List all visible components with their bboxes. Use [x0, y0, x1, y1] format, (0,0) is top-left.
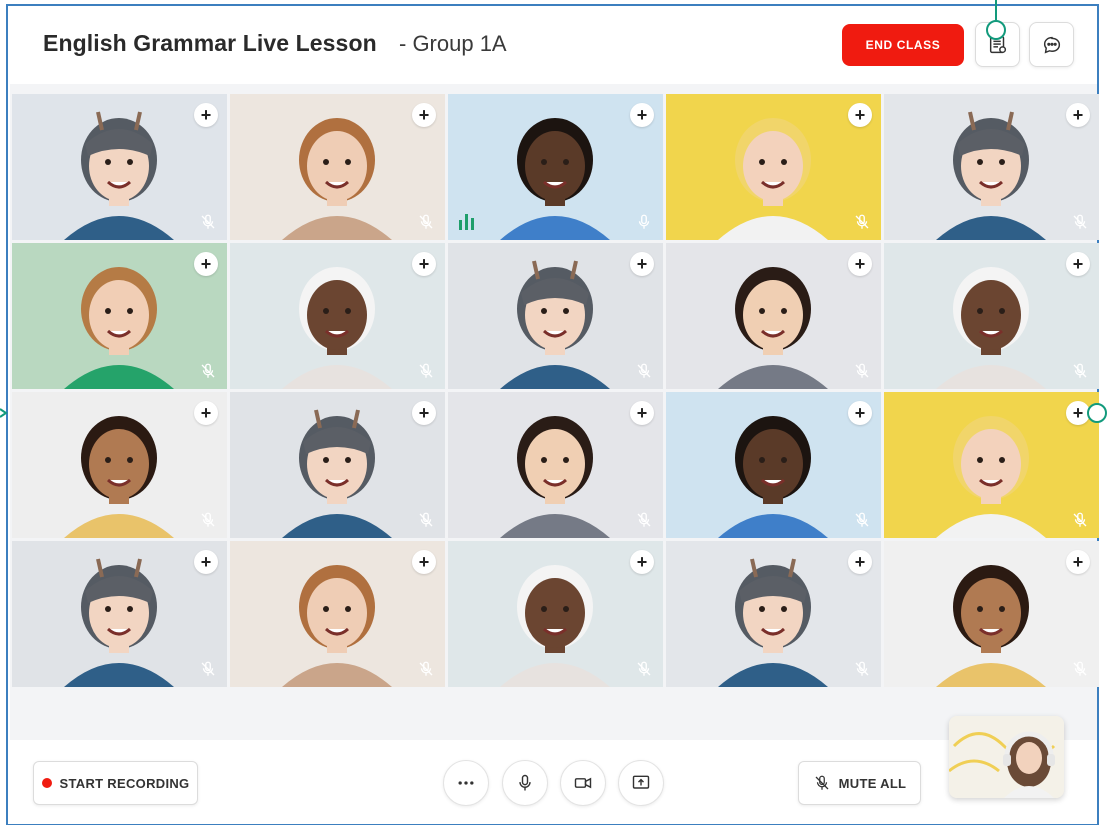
mic-muted-icon	[201, 214, 215, 229]
more-options-button[interactable]	[443, 760, 489, 806]
add-participant-button[interactable]: +	[194, 550, 218, 574]
mic-muted-icon	[419, 363, 433, 378]
add-participant-button[interactable]: +	[630, 103, 654, 127]
mic-muted-icon	[855, 661, 869, 676]
microphone-icon	[519, 774, 531, 791]
add-participant-button[interactable]: +	[412, 103, 436, 127]
camera-icon	[574, 777, 592, 789]
mic-muted-icon	[637, 512, 651, 527]
participant-tile[interactable]: +	[666, 243, 881, 389]
mic-muted-icon	[637, 363, 651, 378]
mic-muted-icon	[1073, 214, 1087, 229]
teacher-video	[949, 716, 1064, 798]
start-recording-button[interactable]: START RECORDING	[33, 761, 198, 805]
participant-tile[interactable]: +	[884, 392, 1099, 538]
resize-handle-right[interactable]	[1087, 403, 1107, 423]
mic-muted-icon	[419, 214, 433, 229]
mic-muted-icon	[201, 512, 215, 527]
participant-tile[interactable]: +	[666, 392, 881, 538]
add-participant-button[interactable]: +	[630, 252, 654, 276]
add-participant-button[interactable]: +	[630, 401, 654, 425]
resize-handle-left[interactable]	[0, 407, 10, 419]
participant-tile[interactable]: +	[230, 392, 445, 538]
mic-muted-icon	[855, 363, 869, 378]
mic-muted-icon	[419, 661, 433, 676]
participant-tile[interactable]: +	[12, 392, 227, 538]
mic-muted-icon	[419, 512, 433, 527]
participant-tile[interactable]: +	[12, 243, 227, 389]
participant-tile[interactable]: +	[884, 243, 1099, 389]
participant-tile[interactable]: +	[230, 243, 445, 389]
share-screen-button[interactable]	[618, 760, 664, 806]
participant-tile[interactable]: +	[884, 94, 1099, 240]
header-bar: English Grammar Live Lesson - Group 1A E…	[8, 6, 1097, 84]
microphone-icon	[638, 214, 650, 229]
page-title: English Grammar Live Lesson	[43, 30, 377, 56]
start-recording-label: START RECORDING	[59, 775, 190, 791]
add-participant-button[interactable]: +	[194, 252, 218, 276]
video-grid: + + + + + + + + + + + + + + + + + + + +	[10, 84, 1099, 740]
camera-button[interactable]	[560, 760, 606, 806]
add-participant-button[interactable]: +	[848, 401, 872, 425]
add-participant-button[interactable]: +	[412, 401, 436, 425]
participant-tile[interactable]: +	[448, 243, 663, 389]
mic-muted-icon	[1073, 363, 1087, 378]
participant-tile[interactable]: +	[884, 541, 1099, 687]
participant-tile[interactable]: +	[230, 94, 445, 240]
mic-muted-icon	[201, 661, 215, 676]
more-icon	[458, 781, 474, 785]
resize-handle-line	[995, 0, 997, 20]
add-participant-button[interactable]: +	[412, 550, 436, 574]
participant-tile[interactable]: +	[448, 392, 663, 538]
mic-muted-icon	[855, 214, 869, 229]
self-view[interactable]	[949, 716, 1064, 798]
mic-muted-icon	[201, 363, 215, 378]
mic-off-icon	[815, 775, 829, 790]
add-participant-button[interactable]: +	[848, 103, 872, 127]
chat-button[interactable]	[1029, 22, 1074, 67]
microphone-button[interactable]	[502, 760, 548, 806]
share-screen-icon	[632, 775, 650, 789]
participant-tile[interactable]: +	[230, 541, 445, 687]
speaking-indicator-icon	[459, 214, 474, 230]
participant-tile[interactable]: +	[448, 541, 663, 687]
add-participant-button[interactable]: +	[194, 103, 218, 127]
mic-muted-icon	[855, 512, 869, 527]
record-icon	[41, 778, 52, 788]
add-participant-button[interactable]: +	[1066, 252, 1090, 276]
participant-tile[interactable]: +	[666, 541, 881, 687]
add-participant-button[interactable]: +	[194, 401, 218, 425]
participant-tile[interactable]: +	[666, 94, 881, 240]
chat-icon	[1043, 36, 1060, 53]
group-label: - Group 1A	[399, 31, 507, 56]
end-class-button[interactable]: END CLASS	[842, 24, 964, 66]
mute-all-label: MUTE ALL	[838, 775, 907, 791]
mic-muted-icon	[1073, 512, 1087, 527]
participant-tile[interactable]: +	[12, 541, 227, 687]
mute-all-button[interactable]: MUTE ALL	[798, 761, 921, 805]
resize-handle-top[interactable]	[986, 20, 1006, 40]
participant-tile[interactable]: +	[12, 94, 227, 240]
add-participant-button[interactable]: +	[1066, 103, 1090, 127]
mic-muted-icon	[1073, 661, 1087, 676]
participant-tile[interactable]: +	[448, 94, 663, 240]
add-participant-button[interactable]: +	[630, 550, 654, 574]
add-participant-button[interactable]: +	[412, 252, 436, 276]
mic-muted-icon	[637, 661, 651, 676]
control-bar: START RECORDING MUTE ALL	[8, 740, 1097, 824]
add-participant-button[interactable]: +	[848, 252, 872, 276]
add-participant-button[interactable]: +	[1066, 550, 1090, 574]
add-participant-button[interactable]: +	[848, 550, 872, 574]
